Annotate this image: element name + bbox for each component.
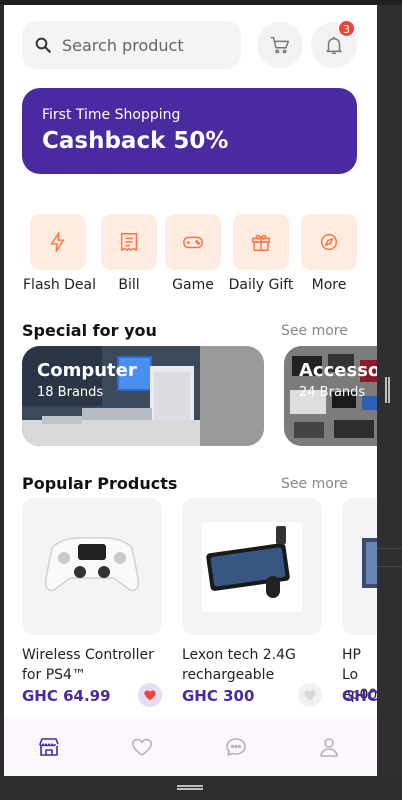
shop-icon [39,738,59,756]
heart-icon [131,738,153,756]
product-name-line: Lexon tech 2.4G [182,647,296,663]
category-label: Daily Gift [228,277,294,293]
special-card-accessories[interactable]: Accessor 24 Brands [284,346,377,446]
category-label: Game [172,277,214,293]
divider [377,548,402,549]
cart-button[interactable] [257,22,303,68]
popular-see-more-link[interactable]: See more [281,476,348,492]
popular-section-title: Popular Products [22,474,178,493]
heart-icon [304,690,316,701]
keyboard-photo [202,522,302,612]
app-screen: 3 First Time Shopping Cashback 50% Flash… [4,5,377,776]
device-frame: 3 First Time Shopping Cashback 50% Flash… [0,0,402,800]
product-name[interactable]: Lexon tech 2.4G rechargeable [182,645,322,685]
search-bar[interactable] [22,21,241,69]
product-image[interactable] [22,498,162,635]
favorite-button[interactable] [138,683,162,707]
flash-icon [50,232,65,252]
user-icon [320,738,338,757]
category-bill[interactable]: Bill [94,214,164,293]
controller-photo [44,536,140,591]
nav-favorites[interactable] [130,735,154,759]
compass-icon [320,233,338,251]
product-price: GHC [342,687,377,705]
nav-profile[interactable] [317,735,341,759]
category-label: Flash Deal [23,277,97,293]
nav-chat[interactable] [224,735,248,759]
nav-shop[interactable] [37,735,61,759]
cart-icon [270,36,289,54]
bottom-nav [4,717,377,776]
notification-badge: 3 [338,20,355,37]
game-controller-icon [183,236,203,249]
laptop-photo [362,538,377,588]
product-name-line: for PS4™ [22,667,86,683]
product-name-line: rechargeable [182,667,275,683]
favorite-button[interactable] [298,683,322,707]
special-card-subtitle: 24 Brands [299,385,366,400]
chat-icon [226,738,246,756]
gift-icon [252,234,270,251]
banner-subtitle: First Time Shopping [42,107,181,123]
product-price: GHC 300 [182,687,255,705]
special-see-more-link[interactable]: See more [281,323,348,339]
special-card-title: Accessor [299,360,377,381]
search-input[interactable] [62,31,232,59]
product-name-line: HP Lo [342,647,361,683]
resize-handle[interactable] [385,377,390,403]
product-price: GHC 64.99 [22,687,111,705]
resize-handle[interactable] [177,785,203,790]
special-card-subtitle: 18 Brands [37,385,104,400]
bell-icon [326,36,342,54]
category-game[interactable]: Game [158,214,228,293]
divider [377,566,402,567]
heart-filled-icon [144,690,156,701]
category-label: Bill [118,277,140,293]
product-image[interactable] [182,498,322,635]
banner-title: Cashback 50% [42,128,229,154]
search-icon [35,37,51,53]
category-more[interactable]: More [294,214,364,293]
promo-banner[interactable]: First Time Shopping Cashback 50% [22,88,357,174]
category-label: More [311,277,347,293]
category-daily-gift[interactable]: Daily Gift [226,214,296,293]
product-name[interactable]: Wireless Controller for PS4™ [22,645,162,685]
bill-icon [120,233,138,251]
product-image[interactable] [342,498,377,635]
special-section-title: Special for you [22,321,157,340]
special-card-computer[interactable]: Computer 18 Brands [22,346,264,446]
category-flash-deal[interactable]: Flash Deal [23,214,97,293]
special-card-title: Computer [37,360,137,381]
product-name-line: Wireless Controller [22,647,154,663]
